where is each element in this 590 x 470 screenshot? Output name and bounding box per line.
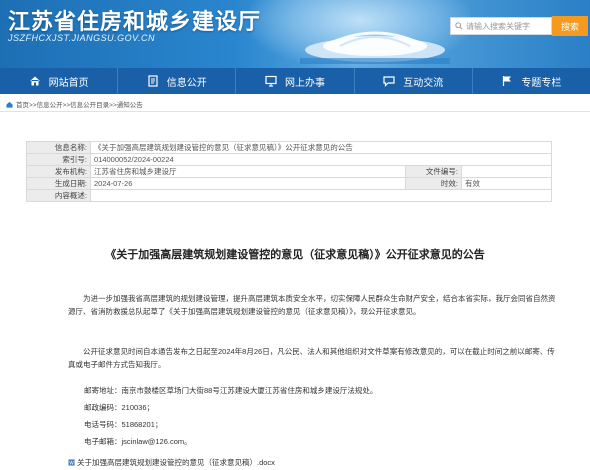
stadium-illustration: [300, 31, 450, 64]
nav-special-topics[interactable]: 专题专栏: [473, 68, 590, 94]
table-row: 生成日期: 2024-07-26 时效: 有效: [26, 177, 552, 190]
site-domain: JSZFHCXJST.JIANGSU.GOV.CN: [8, 33, 156, 43]
table-key: 索引号:: [26, 153, 91, 166]
postal-code: 邮政编码：210036；: [84, 403, 155, 412]
nav-interaction[interactable]: 互动交流: [355, 68, 473, 94]
breadcrumb-text[interactable]: 首页>>信息公开>>信息公开目录>>通知公告: [16, 99, 143, 109]
main-nav: 网站首页 信息公开 网上办事 互动交流 专题专栏: [0, 68, 590, 94]
article-title: 《关于加强高层建筑规划建设管控的意见（征求意见稿）》公开征求意见的公告: [105, 249, 485, 261]
search-button[interactable]: 搜索: [552, 16, 588, 36]
table-row: 索引号: 014000052/2024-00224: [26, 153, 552, 166]
home-icon: [29, 76, 40, 86]
article-paragraph: 为进一步加强我省高层建筑的规划建设管理，提升高层建筑本质安全水平，切实保障人民群…: [68, 294, 556, 316]
mailing-address: 邮寄地址：南京市鼓楼区草场门大街88号江苏建设大厦江苏省住房和城乡建设厅法规处。: [84, 386, 378, 395]
nav-label: 网站首页: [48, 77, 89, 89]
table-row: 内容概述:: [26, 189, 552, 202]
nav-online-service[interactable]: 网上办事: [236, 68, 355, 94]
search-input[interactable]: 请输入搜索关键字: [450, 17, 552, 35]
table-value: 《关于加强高层建筑规划建设管控的意见（征求意见稿）》公开征求意见的公告: [90, 141, 552, 154]
table-key: 生成日期:: [26, 177, 91, 190]
nav-home[interactable]: 网站首页: [0, 68, 119, 94]
table-value: 014000052/2024-00224: [90, 153, 552, 166]
chat-icon: [383, 76, 395, 87]
attachment-link[interactable]: W 关于加强高层建筑规划建设管控的意见（征求意见稿）.docx: [68, 457, 275, 468]
breadcrumb[interactable]: 首页>>信息公开>>信息公开目录>>通知公告: [6, 99, 143, 109]
table-key: 信息名称:: [26, 141, 91, 154]
monitor-icon: [265, 75, 277, 87]
table-value: [90, 189, 552, 202]
search-icon: [455, 22, 463, 30]
table-value: 江苏省住房和城乡建设厅: [90, 165, 406, 178]
table-value: 有效: [461, 177, 552, 190]
table-value: 2024-07-26: [90, 177, 406, 190]
table-key: 发布机构:: [26, 165, 91, 178]
nav-label: 网上办事: [285, 77, 325, 89]
attachment-icon: W: [68, 459, 75, 466]
attachment-name[interactable]: 关于加强高层建筑规划建设管控的意见（征求意见稿）.docx: [77, 457, 275, 468]
nav-label: 互动交流: [403, 77, 444, 89]
nav-label: 专题专栏: [521, 77, 562, 89]
flag-icon: [503, 76, 512, 86]
table-row: 发布机构: 江苏省住房和城乡建设厅 文件编号:: [26, 165, 552, 178]
table-key: 文件编号:: [405, 165, 462, 178]
document-icon: [148, 75, 158, 87]
nav-info-disclosure[interactable]: 信息公开: [118, 68, 237, 94]
site-title[interactable]: 江苏省住房和城乡建设厅: [8, 4, 261, 36]
info-table: 信息名称: 《关于加强高层建筑规划建设管控的意见（征求意见稿）》公开征求意见的公…: [26, 141, 552, 202]
phone-number: 电话号码：51868201；: [84, 420, 163, 429]
nav-label: 信息公开: [166, 77, 207, 89]
search-placeholder: 请输入搜索关键字: [466, 21, 530, 31]
table-key: 内容概述:: [26, 189, 91, 202]
home-icon: [6, 101, 13, 108]
table-row: 信息名称: 《关于加强高层建筑规划建设管控的意见（征求意见稿）》公开征求意见的公…: [26, 141, 552, 154]
article-paragraph: 公开征求意见时间自本通告发布之日起至2024年8月26日，凡公民、法人和其他组织…: [68, 347, 555, 369]
svg-text:W: W: [69, 460, 74, 466]
table-key: 时效:: [405, 177, 462, 190]
table-value: [461, 165, 552, 178]
divider: [0, 111, 590, 112]
email-address[interactable]: 电子邮箱：jscinlaw@126.com。: [84, 436, 192, 447]
